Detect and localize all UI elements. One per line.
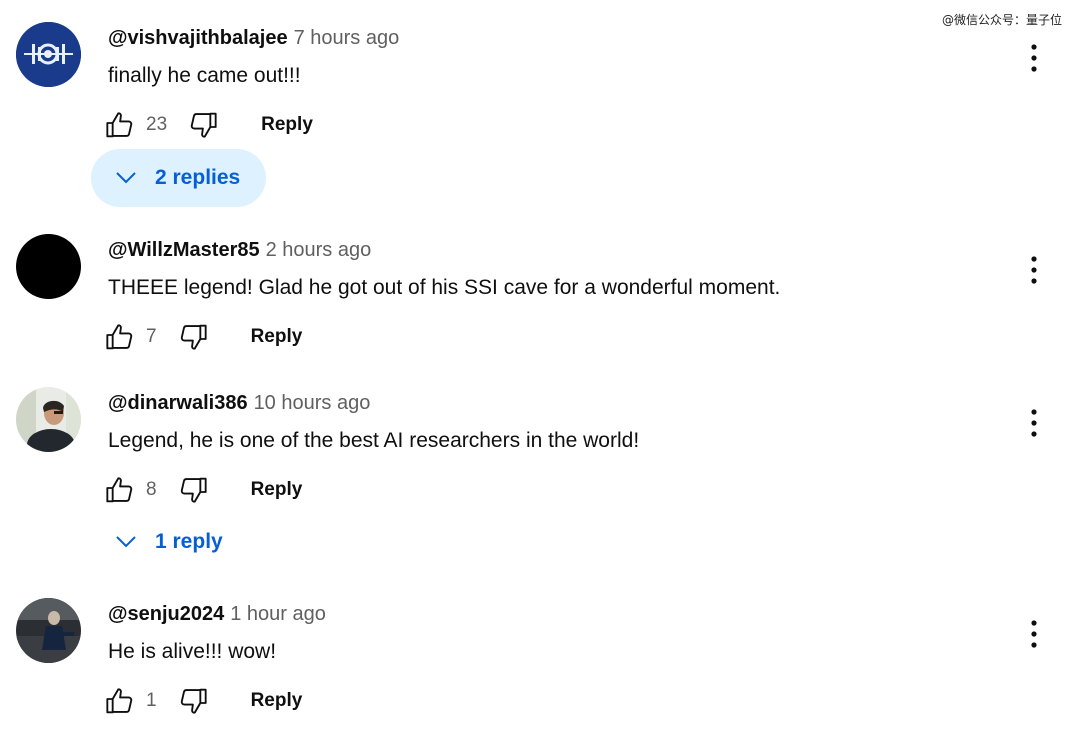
comment-header: @vishvajithbalajee 7 hours ago	[108, 27, 399, 53]
more-actions-button[interactable]	[1022, 42, 1046, 74]
comment-actions: 7 Reply	[104, 320, 302, 354]
comment-text: THEEE legend! Glad he got out of his SSI…	[108, 276, 781, 299]
dislike-button[interactable]	[187, 109, 219, 141]
thumbs-up-icon	[106, 112, 133, 138]
replies-count-label: 2 replies	[155, 166, 241, 189]
view-replies-button[interactable]: 1 reply	[91, 513, 249, 571]
thumbs-down-icon	[190, 112, 217, 138]
avatar[interactable]	[16, 598, 81, 663]
chevron-down-icon	[116, 536, 136, 548]
comment-thread: @senju2024 1 hour ago He is alive!!! wow…	[0, 598, 1080, 728]
author-name[interactable]: @dinarwali386	[108, 392, 248, 415]
like-count: 7	[146, 326, 157, 347]
timestamp[interactable]: 10 hours ago	[254, 392, 371, 415]
more-vert-icon	[1031, 256, 1037, 284]
dislike-button[interactable]	[177, 474, 209, 506]
timestamp[interactable]: 2 hours ago	[266, 239, 372, 262]
avatar[interactable]	[16, 387, 81, 452]
more-actions-button[interactable]	[1022, 618, 1046, 650]
comment-header: @dinarwali386 10 hours ago	[108, 392, 370, 418]
comment-actions: 23 Reply	[104, 108, 313, 142]
reply-button[interactable]: Reply	[251, 326, 303, 348]
more-vert-icon	[1031, 409, 1037, 437]
thumbs-up-icon	[106, 688, 133, 714]
thumbs-up-icon	[106, 477, 133, 503]
more-vert-icon	[1031, 620, 1037, 648]
reply-button[interactable]: Reply	[261, 114, 313, 136]
comment-actions: 8 Reply	[104, 473, 302, 507]
person-photo	[16, 598, 81, 663]
like-button[interactable]	[104, 321, 136, 353]
author-name[interactable]: @senju2024	[108, 603, 224, 626]
like-count: 1	[146, 690, 157, 711]
dislike-button[interactable]	[177, 685, 209, 717]
space-station-icon	[16, 22, 81, 87]
author-name[interactable]: @WillzMaster85	[108, 239, 260, 262]
comment-text: Legend, he is one of the best AI researc…	[108, 429, 640, 452]
author-name[interactable]: @vishvajithbalajee	[108, 27, 288, 50]
comment-thread: @dinarwali386 10 hours ago Legend, he is…	[0, 387, 1080, 577]
like-count: 8	[146, 479, 157, 500]
like-count: 23	[146, 114, 168, 135]
person-photo	[16, 387, 81, 452]
more-actions-button[interactable]	[1022, 407, 1046, 439]
comment-text: finally he came out!!!	[108, 64, 301, 87]
thumbs-down-icon	[180, 324, 207, 350]
chevron-down-icon	[116, 172, 136, 184]
reply-button[interactable]: Reply	[251, 479, 303, 501]
like-button[interactable]	[104, 685, 136, 717]
thumbs-up-icon	[106, 324, 133, 350]
timestamp[interactable]: 7 hours ago	[294, 27, 400, 50]
comment-thread: @vishvajithbalajee 7 hours ago finally h…	[0, 22, 1080, 212]
comment-thread: @WillzMaster85 2 hours ago THEEE legend!…	[0, 234, 1080, 364]
like-button[interactable]	[104, 474, 136, 506]
comments-page: @微信公众号：量子位 @vishvajithbalajee 7 hours ag…	[0, 0, 1080, 732]
comment-text: He is alive!!! wow!	[108, 640, 277, 663]
replies-count-label: 1 reply	[155, 530, 223, 553]
more-vert-icon	[1031, 44, 1037, 72]
view-replies-button[interactable]: 2 replies	[91, 149, 267, 207]
thumbs-down-icon	[180, 688, 207, 714]
reply-button[interactable]: Reply	[251, 690, 303, 712]
avatar[interactable]	[16, 22, 81, 87]
comment-header: @senju2024 1 hour ago	[108, 603, 326, 629]
comment-header: @WillzMaster85 2 hours ago	[108, 239, 371, 265]
dislike-button[interactable]	[177, 321, 209, 353]
comment-actions: 1 Reply	[104, 684, 302, 718]
like-button[interactable]	[104, 109, 136, 141]
more-actions-button[interactable]	[1022, 254, 1046, 286]
thumbs-down-icon	[180, 477, 207, 503]
timestamp[interactable]: 1 hour ago	[230, 603, 326, 626]
avatar[interactable]	[16, 234, 81, 299]
